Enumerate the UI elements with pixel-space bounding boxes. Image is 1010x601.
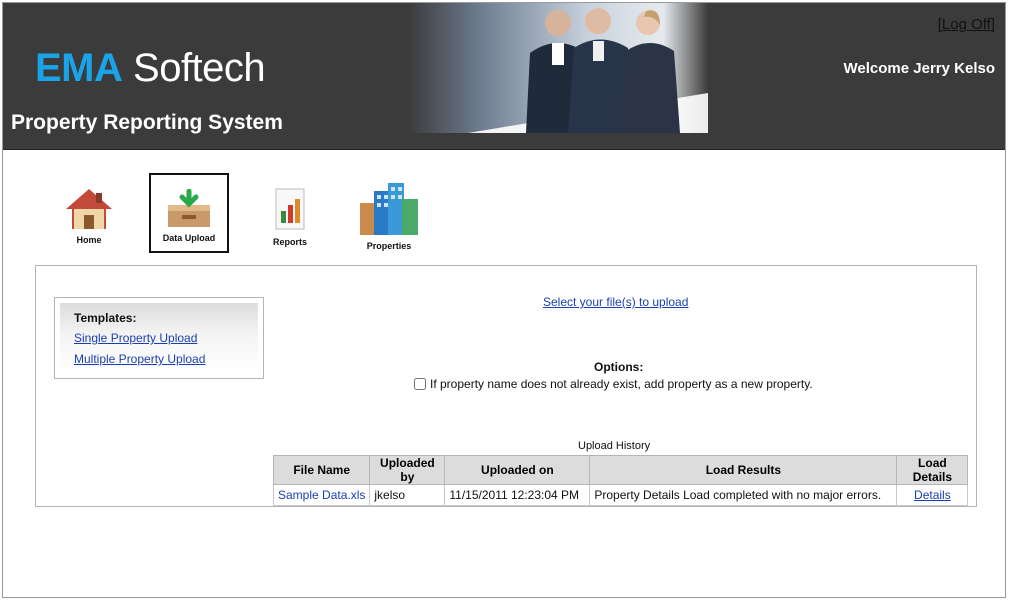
main-nav: Home Data Upload Reports Properties: [3, 173, 1005, 263]
nav-reports[interactable]: Reports: [259, 187, 321, 247]
report-chart-icon: [270, 188, 310, 237]
welcome-message: Welcome Jerry Kelso: [843, 60, 995, 77]
cell-file-name: Sample Data.xls: [272, 484, 371, 506]
nav-properties-label: Properties: [366, 241, 412, 251]
cell-uploaded-on: 11/15/2011 12:23:04 PM: [444, 484, 591, 506]
cell-load-details: Details: [896, 484, 969, 506]
nav-home[interactable]: Home: [58, 187, 120, 245]
add-new-property-label: If property name does not already exist,…: [430, 377, 813, 391]
col-uploaded-by: Uploaded by: [369, 455, 446, 485]
upload-panel: Templates: Single Property Upload Multip…: [35, 265, 977, 507]
table-row: Sample Data.xls jkelso 11/15/2011 12:23:…: [272, 484, 969, 506]
col-load-details: Load Details: [896, 455, 969, 485]
cell-uploaded-by: jkelso: [369, 484, 446, 506]
multiple-property-upload-link[interactable]: Multiple Property Upload: [74, 352, 205, 366]
buildings-icon: [358, 183, 420, 241]
cell-load-results: Property Details Load completed with no …: [589, 484, 898, 506]
col-uploaded-on: Uploaded on: [444, 455, 591, 485]
nav-properties[interactable]: Properties: [355, 181, 423, 251]
templates-box: Templates: Single Property Upload Multip…: [54, 297, 264, 379]
business-people-banner-image: [408, 3, 708, 133]
col-load-results: Load Results: [589, 455, 898, 485]
upload-tray-icon: [151, 188, 227, 233]
nav-data-upload[interactable]: Data Upload: [149, 173, 229, 253]
company-logo: EMA Softech: [35, 45, 266, 91]
details-link[interactable]: Details: [914, 488, 951, 502]
app-window: EMA Softech Property Reporting System [L…: [2, 2, 1006, 598]
option-row: If property name does not already exist,…: [414, 377, 813, 391]
templates-title: Templates:: [74, 311, 137, 325]
log-off-link[interactable]: [Log Off]: [938, 16, 995, 33]
upload-history-caption: Upload History: [578, 440, 651, 452]
nav-reports-label: Reports: [272, 237, 307, 247]
nav-data-upload-label: Data Upload: [162, 233, 216, 243]
house-icon: [64, 189, 114, 235]
templates-box-inner: Templates: Single Property Upload Multip…: [60, 303, 258, 373]
col-file-name: File Name: [272, 455, 371, 485]
table-header-row: File Name Uploaded by Uploaded on Load R…: [272, 455, 969, 485]
single-property-upload-link[interactable]: Single Property Upload: [74, 331, 197, 345]
header-banner: EMA Softech Property Reporting System [L…: [3, 3, 1005, 150]
options-label: Options:: [594, 360, 644, 374]
logo-brand-softech: Softech: [133, 46, 266, 90]
add-new-property-checkbox[interactable]: [414, 378, 426, 390]
select-files-link[interactable]: Select your file(s) to upload: [543, 295, 688, 309]
upload-history-table: File Name Uploaded by Uploaded on Load R…: [272, 455, 969, 506]
logo-brand-ema: EMA: [35, 46, 123, 90]
page-title: Property Reporting System: [11, 111, 283, 134]
nav-home-label: Home: [76, 235, 102, 245]
